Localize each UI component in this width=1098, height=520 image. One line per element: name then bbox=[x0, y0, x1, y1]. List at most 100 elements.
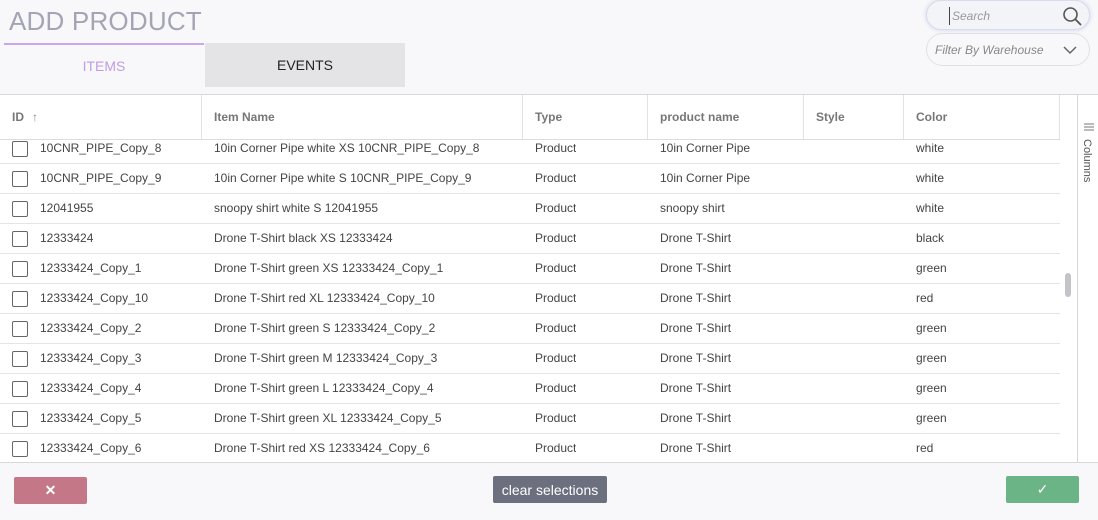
cell-product-name: Drone T-Shirt bbox=[660, 351, 732, 365]
cell-type: Product bbox=[535, 171, 577, 185]
cell-product-name: snoopy shirt bbox=[660, 201, 725, 215]
cell-item-name: Drone T-Shirt green S 12333424_Copy_2 bbox=[214, 321, 436, 335]
column-header-product-name[interactable]: product name bbox=[648, 95, 804, 139]
cell-item-name: Drone T-Shirt black XS 12333424 bbox=[214, 231, 393, 245]
cell-id: 12041955 bbox=[40, 201, 94, 215]
row-checkbox[interactable] bbox=[12, 321, 28, 337]
cell-type: Product bbox=[535, 411, 577, 425]
row-checkbox[interactable] bbox=[12, 291, 28, 307]
cell-item-name: Drone T-Shirt green L 12333424_Copy_4 bbox=[214, 381, 434, 395]
cell-item-name: 10in Corner Pipe white S 10CNR_PIPE_Copy… bbox=[214, 171, 472, 185]
cell-product-name: Drone T-Shirt bbox=[660, 231, 732, 245]
row-checkbox[interactable] bbox=[12, 411, 28, 427]
table-row[interactable]: 12333424_Copy_6 Drone T-Shirt red XS 1233… bbox=[0, 434, 1060, 463]
cell-color: black bbox=[916, 231, 945, 245]
cell-color: red bbox=[916, 441, 934, 455]
column-header-label: Color bbox=[916, 110, 948, 124]
clear-selections-button[interactable]: clear selections bbox=[493, 476, 607, 503]
table-row[interactable]: 12333424_Copy_2 Drone T-Shirt green S 123… bbox=[0, 314, 1060, 344]
column-header-type[interactable]: Type bbox=[523, 95, 648, 139]
cell-color: red bbox=[916, 291, 934, 305]
table-row[interactable]: 10CNR_PIPE_Copy_8 10in Corner Pipe white … bbox=[0, 140, 1060, 164]
columns-icon bbox=[1084, 123, 1094, 131]
table-row[interactable]: 10CNR_PIPE_Copy_9 10in Corner Pipe white … bbox=[0, 164, 1060, 194]
cell-color: green bbox=[916, 351, 947, 365]
cell-color: white bbox=[916, 171, 945, 185]
column-header-color[interactable]: Color bbox=[904, 95, 1060, 139]
column-header-style[interactable]: Style bbox=[804, 95, 904, 139]
cell-type: Product bbox=[535, 231, 577, 245]
cell-item-name: Drone T-Shirt red XL 12333424_Copy_10 bbox=[214, 291, 435, 305]
cell-color: green bbox=[916, 261, 947, 275]
columns-panel-toggle[interactable]: Columns bbox=[1081, 121, 1097, 191]
cell-type: Product bbox=[535, 201, 577, 215]
table-row[interactable]: 12333424_Copy_1 Drone T-Shirt green XS 12… bbox=[0, 254, 1060, 284]
cell-color: white bbox=[916, 141, 945, 155]
cancel-button[interactable]: ✕ bbox=[14, 477, 87, 504]
cell-type: Product bbox=[535, 291, 577, 305]
row-checkbox[interactable] bbox=[12, 381, 28, 397]
table-row[interactable]: 12333424_Copy_5 Drone T-Shirt green XL 12… bbox=[0, 404, 1060, 434]
cell-product-name: Drone T-Shirt bbox=[660, 261, 732, 275]
row-checkbox[interactable] bbox=[12, 441, 28, 457]
tab-items[interactable]: ITEMS bbox=[4, 43, 204, 87]
cell-id: 12333424_Copy_3 bbox=[40, 351, 142, 365]
grid-header: ID ↑ Item Name Type product name Style C… bbox=[0, 95, 1060, 140]
cell-color: green bbox=[916, 381, 947, 395]
row-checkbox[interactable] bbox=[12, 171, 28, 187]
cell-type: Product bbox=[535, 321, 577, 335]
row-checkbox[interactable] bbox=[12, 201, 28, 217]
column-header-id[interactable]: ID ↑ bbox=[0, 95, 202, 139]
chevron-down-icon bbox=[1063, 45, 1077, 54]
cell-item-name: Drone T-Shirt green XS 12333424_Copy_1 bbox=[214, 261, 444, 275]
side-panel: Columns bbox=[1077, 95, 1098, 462]
column-header-label: Type bbox=[535, 110, 563, 124]
cell-product-name: 10in Corner Pipe bbox=[660, 171, 751, 185]
row-checkbox[interactable] bbox=[12, 351, 28, 367]
search-icon[interactable] bbox=[1061, 5, 1083, 27]
tab-events[interactable]: EVENTS bbox=[205, 43, 405, 87]
warehouse-filter-select[interactable]: Filter By Warehouse bbox=[926, 33, 1090, 66]
confirm-button[interactable]: ✓ bbox=[1006, 476, 1079, 503]
cell-item-name: snoopy shirt white S 12041955 bbox=[214, 201, 379, 215]
cell-type: Product bbox=[535, 261, 577, 275]
cell-id: 12333424_Copy_4 bbox=[40, 381, 142, 395]
cell-product-name: Drone T-Shirt bbox=[660, 321, 732, 335]
page-title: ADD PRODUCT bbox=[9, 6, 202, 36]
cell-color: green bbox=[916, 411, 947, 425]
cell-product-name: Drone T-Shirt bbox=[660, 441, 732, 455]
row-checkbox[interactable] bbox=[12, 231, 28, 247]
items-grid: ID ↑ Item Name Type product name Style C… bbox=[0, 94, 1098, 463]
search-box bbox=[926, 0, 1090, 30]
scrollbar-thumb[interactable] bbox=[1065, 273, 1071, 297]
column-header-item-name[interactable]: Item Name bbox=[202, 95, 523, 139]
row-checkbox[interactable] bbox=[12, 141, 28, 157]
cell-item-name: Drone T-Shirt green M 12333424_Copy_3 bbox=[214, 351, 438, 365]
table-row[interactable]: 12041955 snoopy shirt white S 12041955 Pro… bbox=[0, 194, 1060, 224]
cell-item-name: Drone T-Shirt green XL 12333424_Copy_5 bbox=[214, 411, 442, 425]
cell-item-name: Drone T-Shirt red XS 12333424_Copy_6 bbox=[214, 441, 430, 455]
cell-item-name: 10in Corner Pipe white XS 10CNR_PIPE_Cop… bbox=[214, 141, 480, 155]
table-row[interactable]: 12333424 Drone T-Shirt black XS 12333424 P… bbox=[0, 224, 1060, 254]
cell-id: 10CNR_PIPE_Copy_8 bbox=[40, 141, 162, 155]
columns-label: Columns bbox=[1081, 139, 1093, 183]
row-checkbox[interactable] bbox=[12, 261, 28, 277]
column-header-label: product name bbox=[660, 110, 740, 124]
cell-id: 12333424_Copy_10 bbox=[40, 291, 149, 305]
vertical-scrollbar[interactable] bbox=[1060, 140, 1077, 462]
cell-id: 10CNR_PIPE_Copy_9 bbox=[40, 171, 162, 185]
cell-product-name: Drone T-Shirt bbox=[660, 381, 732, 395]
table-row[interactable]: 12333424_Copy_4 Drone T-Shirt green L 123… bbox=[0, 374, 1060, 404]
close-icon: ✕ bbox=[44, 482, 57, 498]
cell-type: Product bbox=[535, 381, 577, 395]
arrow-up-icon: ↑ bbox=[32, 110, 38, 124]
cell-color: white bbox=[916, 201, 945, 215]
table-row[interactable]: 12333424_Copy_10 Drone T-Shirt red XL 123… bbox=[0, 284, 1060, 314]
warehouse-filter-placeholder: Filter By Warehouse bbox=[935, 42, 1044, 57]
cell-product-name: Drone T-Shirt bbox=[660, 291, 732, 305]
cell-color: green bbox=[916, 321, 947, 335]
cell-product-name: Drone T-Shirt bbox=[660, 411, 732, 425]
table-row[interactable]: 12333424_Copy_3 Drone T-Shirt green M 123… bbox=[0, 344, 1060, 374]
cell-id: 12333424_Copy_1 bbox=[40, 261, 142, 275]
search-input[interactable] bbox=[949, 7, 1059, 25]
